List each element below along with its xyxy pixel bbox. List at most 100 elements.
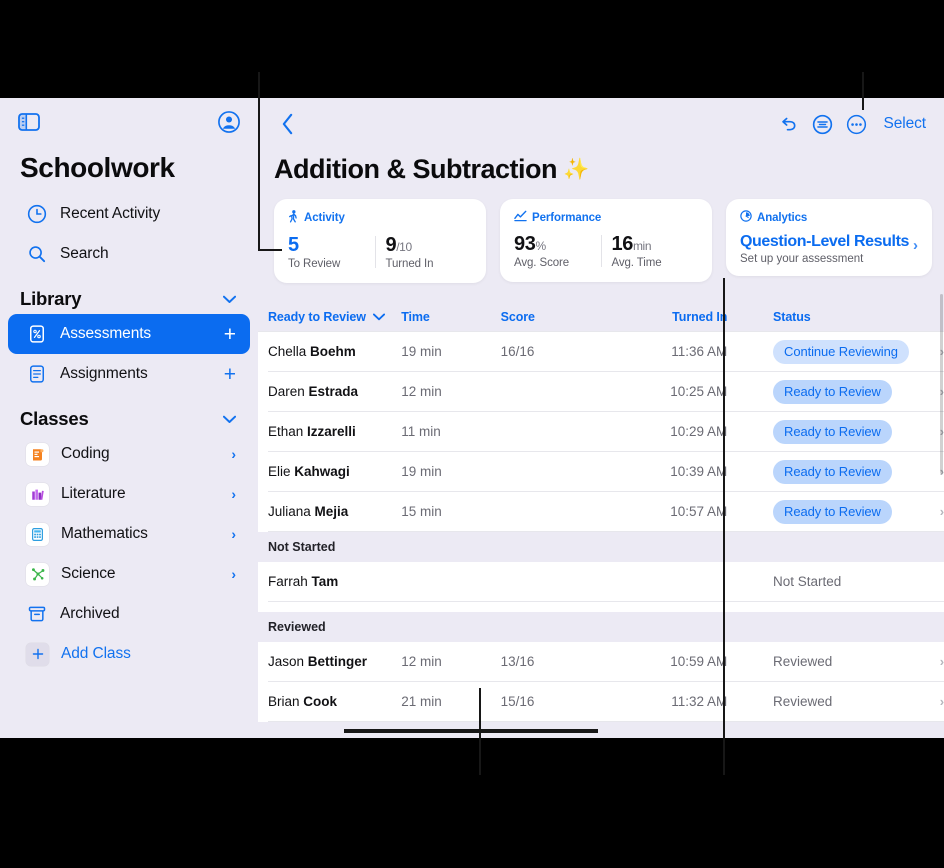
sidebar-item-coding[interactable]: Coding ›	[8, 434, 250, 474]
stat-divider	[600, 235, 602, 267]
detail-pane: Select Addition & Subtraction ✨ Activity	[258, 98, 944, 738]
cell-time: 11 min	[401, 424, 441, 439]
stat-number: 9	[385, 234, 397, 256]
cell-time: 19 min	[401, 344, 442, 359]
sidebar-item-assignments[interactable]: Assignments +	[8, 354, 250, 394]
sidebar-toggle-icon[interactable]	[18, 112, 40, 136]
stat-to-review: 5 To Review	[288, 234, 375, 270]
table-row[interactable]: Ethan Izzarelli 11 min 10:29 AM Ready to Re…	[258, 412, 944, 451]
stat-value: 5	[288, 234, 299, 256]
stat-caption: Turned In	[385, 258, 434, 270]
sidebar-item-label: Recent Activity	[60, 205, 161, 222]
cell-student-name: Jason Bettinger	[268, 654, 368, 669]
status-text: Not Started	[773, 574, 842, 589]
analytics-link-title: Question-Level Results	[740, 233, 910, 250]
stat-divider	[374, 236, 376, 268]
cell-status: Continue Reviewing	[773, 339, 922, 364]
status-text: Reviewed	[773, 654, 833, 669]
status-badge[interactable]: Ready to Review	[773, 379, 892, 404]
undo-icon[interactable]	[772, 109, 806, 139]
stat-caption: Avg. Time	[611, 257, 662, 269]
table-row[interactable]: Farrah Tam Not Started	[258, 562, 944, 601]
add-class-label: Add Class	[61, 645, 131, 662]
table-row[interactable]: Brian Cook 21 min 15/16 11:32 AM Reviewed ›	[258, 682, 944, 721]
section-header-reviewed: Reviewed	[258, 612, 944, 642]
performance-stats: 93% Avg. Score 16min Avg. Time	[514, 233, 698, 269]
column-header-time[interactable]: Time	[401, 310, 500, 324]
table-row[interactable]: Juliana Mejia 15 min 10:57 AM Ready to Revi…	[258, 492, 944, 531]
clock-icon	[26, 203, 48, 225]
stat-avg-score: 93% Avg. Score	[514, 233, 601, 269]
activity-card[interactable]: Activity 5 To Review 9/10 Turned In	[274, 199, 486, 283]
table-row[interactable]: Daren Estrada 12 min 10:25 AM Ready to Revi…	[258, 372, 944, 411]
table-row[interactable]: Chella Boehm 19 min 16/16 11:36 AM Continue …	[258, 332, 944, 371]
analytics-card[interactable]: Analytics Question-Level Results Set up …	[726, 199, 932, 276]
chevron-right-icon[interactable]: ›	[231, 446, 236, 462]
callout-line-activity-vertical	[258, 72, 260, 251]
cell-status: Reviewed	[773, 654, 922, 669]
sidebar-item-mathematics[interactable]: Mathematics ›	[8, 514, 250, 554]
chevron-down-icon[interactable]	[222, 291, 237, 307]
markup-icon[interactable]	[806, 109, 840, 139]
add-class-button[interactable]: Add Class	[8, 634, 250, 674]
more-icon[interactable]	[840, 109, 874, 139]
select-button[interactable]: Select	[874, 115, 927, 133]
status-badge[interactable]: Ready to Review	[773, 419, 892, 444]
row-chevron-right-icon[interactable]: ›	[922, 694, 944, 709]
assessment-icon	[26, 323, 48, 345]
chevron-down-icon[interactable]	[222, 411, 237, 427]
status-badge[interactable]: Ready to Review	[773, 499, 892, 524]
scrollbar[interactable]	[940, 294, 943, 474]
sidebar-section-classes[interactable]: Classes	[0, 394, 258, 434]
cell-student-name: Daren Estrada	[268, 384, 359, 399]
cell-student-name: Ethan Izzarelli	[268, 424, 356, 439]
section-header-not-started: Not Started	[258, 532, 944, 562]
sidebar-item-science[interactable]: Science ›	[8, 554, 250, 594]
sidebar-item-literature[interactable]: Literature ›	[8, 474, 250, 514]
account-icon[interactable]	[218, 110, 240, 138]
add-assignment-icon[interactable]: +	[224, 364, 236, 385]
table-row[interactable]: Elie Kahwagi 19 min 10:39 AM Ready to Revie…	[258, 452, 944, 491]
sidebar-section-library[interactable]: Library	[0, 274, 258, 314]
sidebar-item-recent-activity[interactable]: Recent Activity	[8, 194, 250, 234]
callout-line-more-button	[862, 72, 864, 110]
sidebar-item-search[interactable]: Search	[8, 234, 250, 274]
stat-number: 16	[611, 233, 634, 255]
table-row[interactable]: Jason Bettinger 12 min 13/16 10:59 AM Review…	[258, 642, 944, 681]
status-badge[interactable]: Continue Reviewing	[773, 339, 909, 364]
literature-icon	[26, 482, 49, 506]
section-label: Classes	[20, 408, 89, 429]
coding-icon	[26, 442, 49, 466]
status-badge[interactable]: Ready to Review	[773, 459, 892, 484]
assignment-icon	[26, 363, 48, 385]
cell-student-name: Brian Cook	[268, 694, 338, 709]
sidebar-item-label: Literature	[61, 485, 126, 502]
add-assessment-icon[interactable]: +	[224, 324, 236, 345]
cell-status: Ready to Review	[773, 379, 922, 404]
sidebar-item-archived[interactable]: Archived	[8, 594, 250, 634]
stat-value: 93%	[514, 233, 601, 255]
row-chevron-right-icon[interactable]: ›	[922, 654, 944, 669]
column-header-turned-in[interactable]: Turned In	[618, 310, 727, 324]
row-chevron-right-icon[interactable]: ›	[922, 504, 944, 519]
stat-number: 93	[514, 233, 536, 255]
activity-walk-icon	[288, 210, 299, 226]
chevron-right-icon[interactable]: ›	[231, 526, 236, 542]
chevron-right-icon[interactable]: ›	[913, 233, 918, 254]
performance-card[interactable]: Performance 93% Avg. Score 16min Avg. Ti…	[500, 199, 712, 282]
analytics-card-header: Analytics	[740, 210, 918, 225]
analytics-text-block: Question-Level Results Set up your asses…	[740, 233, 909, 265]
analytics-link-row[interactable]: Question-Level Results Set up your asses…	[740, 233, 918, 265]
stat-unit: /10	[396, 240, 412, 254]
chevron-right-icon[interactable]: ›	[231, 486, 236, 502]
sidebar-item-assessments[interactable]: Assessments +	[8, 314, 250, 354]
column-header-score[interactable]: Score	[501, 310, 618, 324]
chevron-down-icon[interactable]	[372, 310, 385, 324]
column-header-name[interactable]: Ready to Review	[268, 310, 401, 324]
column-header-status[interactable]: Status	[773, 310, 922, 324]
performance-chart-icon	[514, 210, 527, 225]
cell-time: 12 min	[401, 384, 442, 399]
chevron-right-icon[interactable]: ›	[231, 566, 236, 582]
back-button[interactable]	[270, 109, 304, 139]
cell-time: 21 min	[401, 694, 442, 709]
